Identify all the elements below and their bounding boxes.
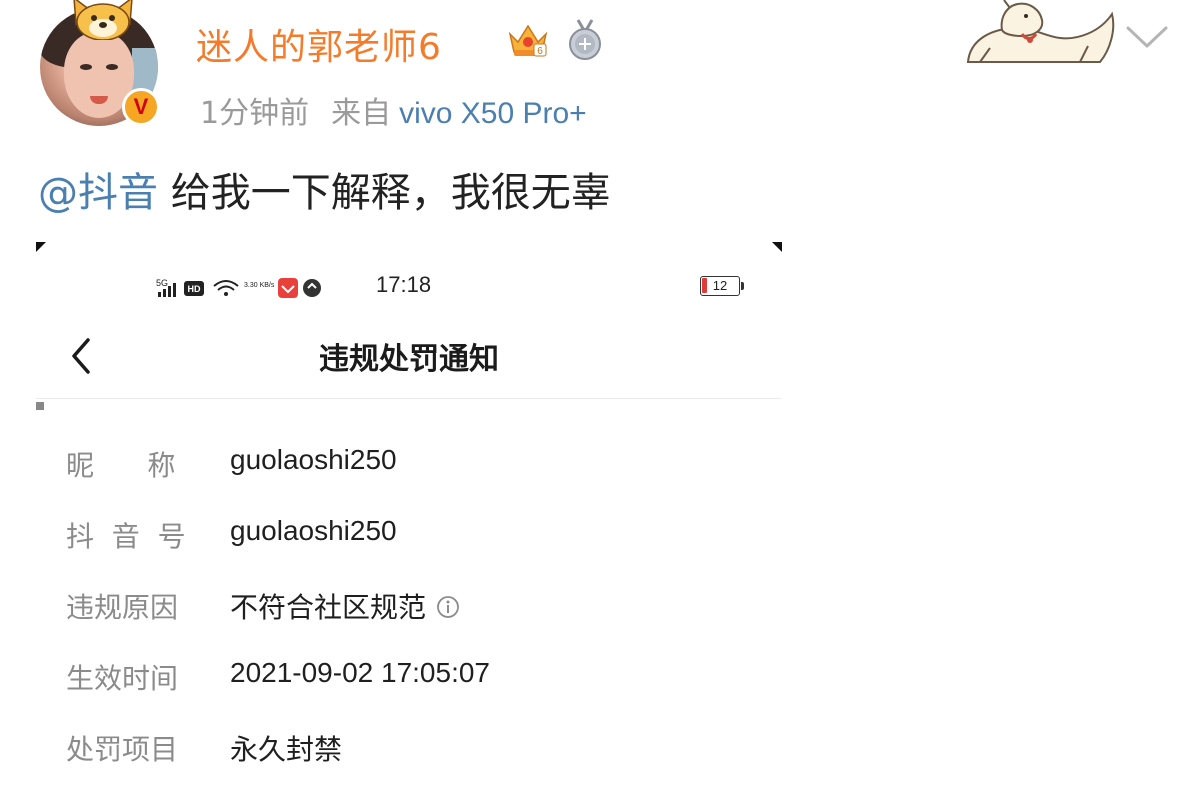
svg-text:6: 6: [537, 46, 543, 57]
row-label: 生效时间: [66, 662, 179, 695]
verified-badge-label: V: [133, 94, 149, 119]
post-username[interactable]: 迷人的郭老师6: [196, 18, 442, 70]
battery-indicator: 12: [700, 276, 744, 296]
row-value-wrap: 不符合社区规范: [230, 586, 460, 626]
divider: [36, 398, 782, 399]
post-text: @抖音 给我一下解释，我很无辜: [38, 160, 611, 218]
row-value: 不符合社区规范: [230, 591, 427, 624]
row-value: guolaoshi250: [230, 444, 397, 475]
info-row-effective-time: 生效时间 2021-09-02 17:05:07: [36, 651, 782, 701]
info-row-nickname: 昵 称 guolaoshi250: [36, 438, 782, 488]
row-label: 抖 音 号: [66, 520, 186, 553]
page-title: 违规处罚通知: [319, 342, 499, 377]
chevron-down-icon[interactable]: [1124, 22, 1170, 52]
user-avatar[interactable]: V: [40, 0, 162, 132]
info-row-penalty: 处罚项目 永久封禁: [36, 722, 782, 772]
dog-avatar-frame-icon: [73, 0, 133, 40]
post-meta: 1分钟前 来自 vivo X50 Pro+: [200, 88, 587, 132]
post-body: 给我一下解释，我很无辜: [158, 170, 611, 216]
row-label: 违规原因: [66, 591, 179, 624]
info-row-douyin-id: 抖 音 号 guolaoshi250: [36, 509, 782, 559]
hd-label: HD: [188, 284, 201, 294]
embedded-screenshot[interactable]: 5G HD 3.30 KB/s 17:18 12 违规处罚通知 昵 称 guol…: [36, 242, 782, 800]
corner-mark: [36, 242, 46, 252]
crown-level-icon[interactable]: 6: [506, 20, 550, 60]
row-label: 处罚项目: [66, 733, 179, 766]
post-time: 1分钟前: [200, 96, 310, 131]
row-value: 永久封禁: [230, 733, 343, 766]
medal-icon[interactable]: [566, 18, 604, 62]
status-bar: 5G HD 3.30 KB/s 17:18 12: [156, 272, 756, 302]
mention-link[interactable]: @抖音: [38, 170, 158, 216]
network-label: 5G: [156, 278, 168, 288]
info-row-reason: 违规原因 不符合社区规范: [36, 580, 782, 630]
speed-label: 3.30 KB/s: [244, 282, 275, 289]
post-source-label: 来自: [331, 96, 392, 131]
corner-mark: [772, 242, 782, 252]
row-value: guolaoshi250: [230, 515, 397, 546]
info-icon[interactable]: [436, 595, 460, 619]
row-label: 昵 称: [66, 449, 176, 482]
dog-sticker-icon: [966, 0, 1115, 63]
status-icons: 5G HD 3.30 KB/s: [156, 278, 321, 298]
post-device-link[interactable]: vivo X50 Pro+: [399, 97, 587, 130]
status-time: 17:18: [376, 272, 432, 297]
verified-badge-icon: V: [122, 88, 160, 126]
row-value: 2021-09-02 17:05:07: [230, 657, 490, 688]
scroll-marker: [36, 402, 44, 410]
